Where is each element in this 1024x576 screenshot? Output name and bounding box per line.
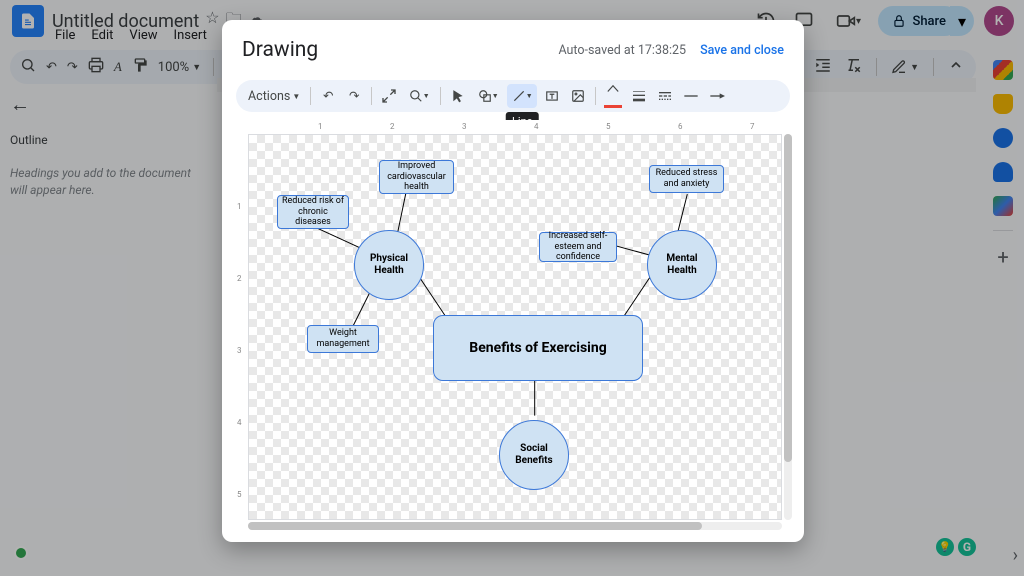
horizontal-scrollbar[interactable]: [248, 522, 782, 530]
line-weight-icon[interactable]: [628, 84, 650, 108]
horizontal-ruler[interactable]: 1 2 3 4 5 6 7: [248, 120, 792, 134]
canvas-area: 1 2 3 4 5 6 7 1 2 3 4 5: [234, 120, 792, 530]
node-physical-health[interactable]: Physical Health: [354, 230, 424, 300]
actions-button[interactable]: Actions▼: [244, 89, 304, 104]
node-social-benefits[interactable]: Social Benefits: [499, 420, 569, 490]
line-start-icon[interactable]: [680, 84, 702, 108]
zoom-fit-icon[interactable]: [378, 84, 400, 108]
node-chronic[interactable]: Reduced risk of chronic diseases: [277, 195, 349, 229]
textbox-icon[interactable]: [541, 84, 563, 108]
node-mental-health[interactable]: Mental Health: [647, 230, 717, 300]
line-icon[interactable]: ▼ Line: [507, 84, 537, 108]
node-main[interactable]: Benefits of Exercising: [433, 315, 643, 381]
line-dash-icon[interactable]: [654, 84, 676, 108]
node-esteem[interactable]: Increased self-esteem and confidence: [539, 232, 617, 262]
drawing-modal: Drawing Auto-saved at 17:38:25 Save and …: [222, 20, 804, 542]
autosave-text: Auto-saved at 17:38:25: [558, 43, 686, 58]
modal-title: Drawing: [242, 38, 318, 62]
shape-icon[interactable]: ▼: [473, 84, 503, 108]
node-stress[interactable]: Reduced stress and anxiety: [649, 165, 724, 193]
zoom-tool-icon[interactable]: ▼: [404, 84, 434, 108]
node-cardio[interactable]: Improved cardiovascular health: [379, 160, 454, 194]
node-weight[interactable]: Weight management: [307, 325, 379, 353]
vertical-ruler[interactable]: 1 2 3 4 5: [234, 134, 248, 530]
drawing-canvas[interactable]: Benefits of Exercising Physical Health M…: [248, 134, 782, 520]
vertical-scrollbar[interactable]: [784, 134, 792, 520]
drawing-toolbar: Actions▼ ↶ ↷ ▼ ▼ ▼ Line: [236, 80, 790, 112]
image-icon[interactable]: [567, 84, 589, 108]
redo-icon[interactable]: ↷: [343, 84, 365, 108]
select-icon[interactable]: [447, 84, 469, 108]
save-and-close-button[interactable]: Save and close: [700, 43, 784, 58]
undo-icon[interactable]: ↶: [317, 84, 339, 108]
line-color-icon[interactable]: [602, 84, 624, 108]
line-end-icon[interactable]: [706, 84, 728, 108]
